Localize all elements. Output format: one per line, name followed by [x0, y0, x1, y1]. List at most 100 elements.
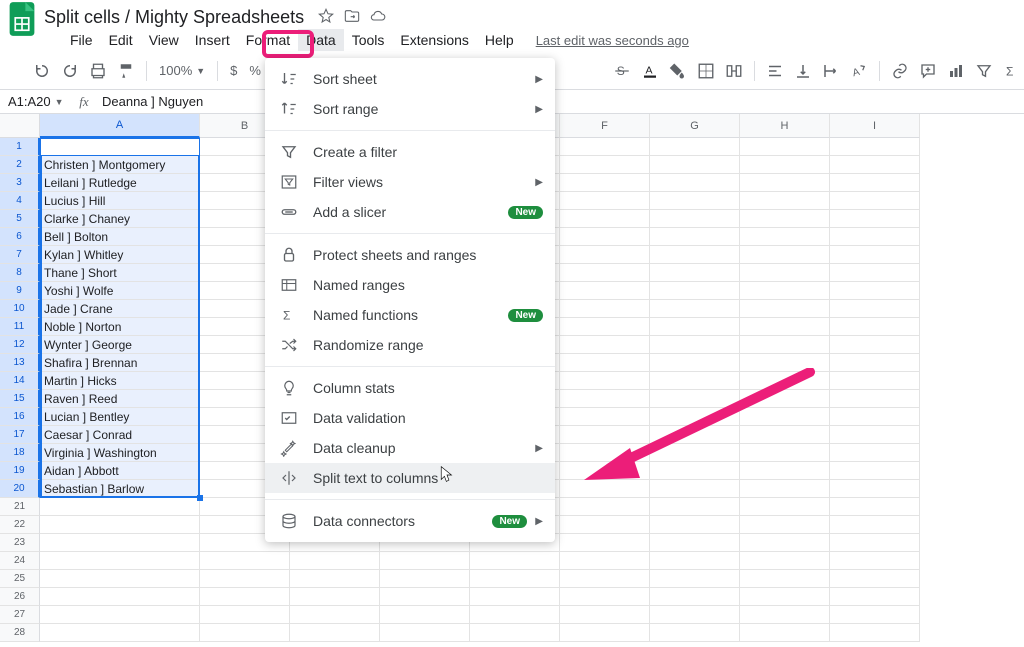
menu-file[interactable]: File	[62, 29, 101, 51]
cell[interactable]	[200, 624, 290, 642]
cell[interactable]	[560, 246, 650, 264]
cell[interactable]	[830, 336, 920, 354]
menu-protect-sheets[interactable]: Protect sheets and ranges	[265, 240, 555, 270]
cell[interactable]	[740, 282, 830, 300]
cell[interactable]	[290, 606, 380, 624]
row-header[interactable]: 17	[0, 426, 40, 444]
cell[interactable]	[650, 372, 740, 390]
cell[interactable]: Noble ] Norton	[40, 318, 200, 336]
cell[interactable]	[560, 264, 650, 282]
menu-insert[interactable]: Insert	[187, 29, 238, 51]
cell[interactable]	[380, 552, 470, 570]
undo-button[interactable]	[30, 59, 54, 83]
cell[interactable]	[560, 300, 650, 318]
cell[interactable]	[830, 570, 920, 588]
row-header[interactable]: 19	[0, 462, 40, 480]
menu-add-slicer[interactable]: Add a slicerNew	[265, 197, 555, 227]
cell[interactable]	[740, 192, 830, 210]
menu-data-validation[interactable]: Data validation	[265, 403, 555, 433]
cell[interactable]	[740, 444, 830, 462]
cell[interactable]: Virginia ] Washington	[40, 444, 200, 462]
cell[interactable]: Christen ] Montgomery	[40, 156, 200, 174]
cell[interactable]	[560, 192, 650, 210]
row-header[interactable]: 23	[0, 534, 40, 552]
cell[interactable]	[560, 318, 650, 336]
cell[interactable]: Lucian ] Bentley	[40, 408, 200, 426]
column-header[interactable]: I	[830, 114, 920, 138]
menu-data[interactable]: Data	[298, 29, 344, 51]
merge-button[interactable]	[722, 59, 746, 83]
cell[interactable]	[830, 156, 920, 174]
cell[interactable]	[380, 570, 470, 588]
row-header[interactable]: 1	[0, 138, 40, 156]
menu-edit[interactable]: Edit	[101, 29, 141, 51]
cell[interactable]	[650, 426, 740, 444]
cell[interactable]	[650, 246, 740, 264]
cell[interactable]	[560, 498, 650, 516]
cell[interactable]	[830, 138, 920, 156]
menu-help[interactable]: Help	[477, 29, 522, 51]
cell[interactable]	[740, 336, 830, 354]
cell[interactable]: Kylan ] Whitley	[40, 246, 200, 264]
cell[interactable]	[560, 570, 650, 588]
cell[interactable]	[40, 498, 200, 516]
last-edit-link[interactable]: Last edit was seconds ago	[536, 33, 689, 48]
cell[interactable]	[290, 570, 380, 588]
cell[interactable]	[470, 606, 560, 624]
redo-button[interactable]	[58, 59, 82, 83]
row-header[interactable]: 14	[0, 372, 40, 390]
print-button[interactable]	[86, 59, 110, 83]
cell[interactable]	[740, 138, 830, 156]
cell[interactable]	[830, 372, 920, 390]
menu-named-ranges[interactable]: Named ranges	[265, 270, 555, 300]
fill-color-button[interactable]	[666, 59, 690, 83]
cell[interactable]	[290, 588, 380, 606]
cell[interactable]	[830, 624, 920, 642]
cell[interactable]	[830, 354, 920, 372]
cell[interactable]	[830, 264, 920, 282]
cell[interactable]	[830, 246, 920, 264]
cell[interactable]	[830, 282, 920, 300]
cell[interactable]	[650, 156, 740, 174]
zoom-select[interactable]: 100%▼	[155, 63, 209, 78]
cell[interactable]	[470, 552, 560, 570]
cell[interactable]	[560, 534, 650, 552]
cell[interactable]	[650, 606, 740, 624]
cell[interactable]	[740, 462, 830, 480]
cell[interactable]	[560, 516, 650, 534]
cell[interactable]: Martin ] Hicks	[40, 372, 200, 390]
name-box[interactable]: A1:A20▼	[0, 94, 70, 109]
cell[interactable]	[740, 318, 830, 336]
cell[interactable]: Caesar ] Conrad	[40, 426, 200, 444]
v-align-button[interactable]	[791, 59, 815, 83]
cell[interactable]	[830, 174, 920, 192]
star-icon[interactable]	[318, 8, 334, 27]
cell[interactable]	[740, 426, 830, 444]
menu-split-text-to-columns[interactable]: Split text to columns	[265, 463, 555, 493]
text-color-button[interactable]: A	[638, 59, 662, 83]
cell[interactable]	[740, 498, 830, 516]
cell[interactable]	[560, 156, 650, 174]
cell[interactable]: Leilani ] Rutledge	[40, 174, 200, 192]
cell[interactable]	[560, 426, 650, 444]
column-header[interactable]: G	[650, 114, 740, 138]
cell[interactable]	[560, 462, 650, 480]
cell[interactable]	[650, 552, 740, 570]
cell[interactable]	[650, 282, 740, 300]
cell[interactable]	[200, 570, 290, 588]
cell[interactable]	[470, 588, 560, 606]
row-header[interactable]: 28	[0, 624, 40, 642]
cell[interactable]	[740, 480, 830, 498]
menu-data-connectors[interactable]: Data connectorsNew▶	[265, 506, 555, 536]
cell[interactable]	[830, 192, 920, 210]
cell[interactable]	[650, 444, 740, 462]
cell[interactable]	[650, 318, 740, 336]
cell[interactable]	[650, 210, 740, 228]
cell[interactable]	[740, 534, 830, 552]
cell[interactable]	[830, 462, 920, 480]
row-header[interactable]: 9	[0, 282, 40, 300]
cell[interactable]	[830, 408, 920, 426]
row-header[interactable]: 22	[0, 516, 40, 534]
cell[interactable]	[740, 408, 830, 426]
cell[interactable]	[650, 264, 740, 282]
